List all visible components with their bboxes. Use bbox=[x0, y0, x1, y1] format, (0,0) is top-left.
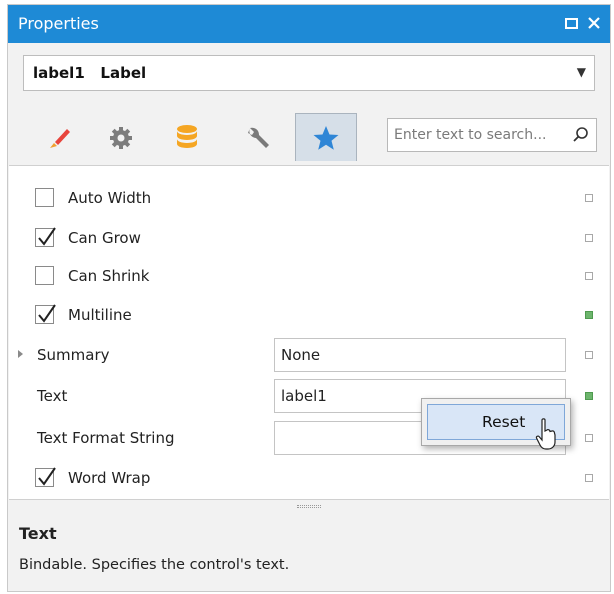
can-grow-checkbox[interactable] bbox=[35, 227, 56, 247]
menu-item-label: Reset bbox=[482, 413, 526, 431]
description-title: Text bbox=[19, 524, 57, 543]
mouse-cursor-icon bbox=[535, 418, 556, 450]
object-selector-value: label1 Label bbox=[33, 64, 147, 82]
property-marker[interactable] bbox=[585, 351, 593, 359]
property-marker-modified[interactable] bbox=[585, 392, 593, 400]
property-row-summary: Summary None bbox=[9, 335, 609, 375]
property-marker[interactable] bbox=[585, 194, 593, 202]
property-grid: Auto Width Can Grow Can Shrink Multiline… bbox=[9, 165, 609, 500]
tab-behavior[interactable] bbox=[90, 115, 152, 161]
checkmark-icon bbox=[38, 467, 56, 486]
panel-title: Properties bbox=[18, 14, 99, 33]
property-marker[interactable] bbox=[585, 272, 593, 280]
property-marker[interactable] bbox=[585, 234, 593, 242]
property-row-auto-width: Auto Width bbox=[9, 178, 609, 218]
properties-panel: Properties label1 Label ▼ Enter text to … bbox=[7, 4, 611, 592]
object-selector[interactable]: label1 Label ▼ bbox=[23, 55, 595, 91]
property-row-multiline: Multiline bbox=[9, 295, 609, 335]
property-marker[interactable] bbox=[585, 434, 593, 442]
gear-icon bbox=[110, 127, 132, 149]
word-wrap-checkbox[interactable] bbox=[35, 467, 56, 487]
tab-favorites[interactable] bbox=[295, 113, 357, 161]
property-label: Multiline bbox=[68, 306, 132, 324]
close-icon[interactable] bbox=[586, 11, 602, 42]
tab-appearance[interactable] bbox=[28, 115, 90, 161]
property-label: Word Wrap bbox=[68, 469, 151, 487]
checkmark-icon bbox=[38, 304, 56, 323]
auto-width-checkbox[interactable] bbox=[35, 188, 54, 207]
field-value: None bbox=[281, 346, 321, 364]
can-shrink-checkbox[interactable] bbox=[35, 266, 54, 285]
property-row-can-shrink: Can Shrink bbox=[9, 256, 609, 296]
maximize-icon[interactable] bbox=[564, 11, 580, 42]
property-label: Text bbox=[37, 387, 68, 405]
database-icon bbox=[177, 125, 197, 148]
title-bar: Properties bbox=[8, 5, 610, 43]
summary-value-field[interactable]: None bbox=[274, 338, 566, 372]
brush-icon bbox=[50, 129, 70, 148]
property-label: Can Grow bbox=[68, 229, 141, 247]
search-box[interactable] bbox=[387, 118, 597, 152]
multiline-checkbox[interactable] bbox=[35, 304, 56, 324]
description-text: Bindable. Specifies the control's text. bbox=[19, 557, 290, 573]
property-marker-modified[interactable] bbox=[585, 311, 593, 319]
search-input[interactable] bbox=[394, 125, 566, 145]
tab-data[interactable] bbox=[156, 115, 218, 161]
tab-design[interactable] bbox=[226, 115, 288, 161]
property-label: Summary bbox=[37, 346, 110, 364]
property-row-word-wrap: Word Wrap bbox=[9, 458, 609, 498]
chevron-down-icon[interactable]: ▼ bbox=[577, 65, 586, 79]
checkmark-icon bbox=[38, 227, 56, 246]
property-marker[interactable] bbox=[585, 474, 593, 482]
property-row-can-grow: Can Grow bbox=[9, 218, 609, 258]
star-icon bbox=[313, 125, 339, 150]
expand-arrow-icon[interactable] bbox=[18, 350, 23, 358]
splitter-handle[interactable] bbox=[297, 505, 321, 508]
property-label: Can Shrink bbox=[68, 267, 150, 285]
field-value: label1 bbox=[281, 387, 327, 405]
search-icon[interactable] bbox=[572, 125, 590, 149]
property-label: Text Format String bbox=[37, 429, 175, 447]
property-label: Auto Width bbox=[68, 189, 152, 207]
wrench-icon bbox=[248, 127, 269, 148]
